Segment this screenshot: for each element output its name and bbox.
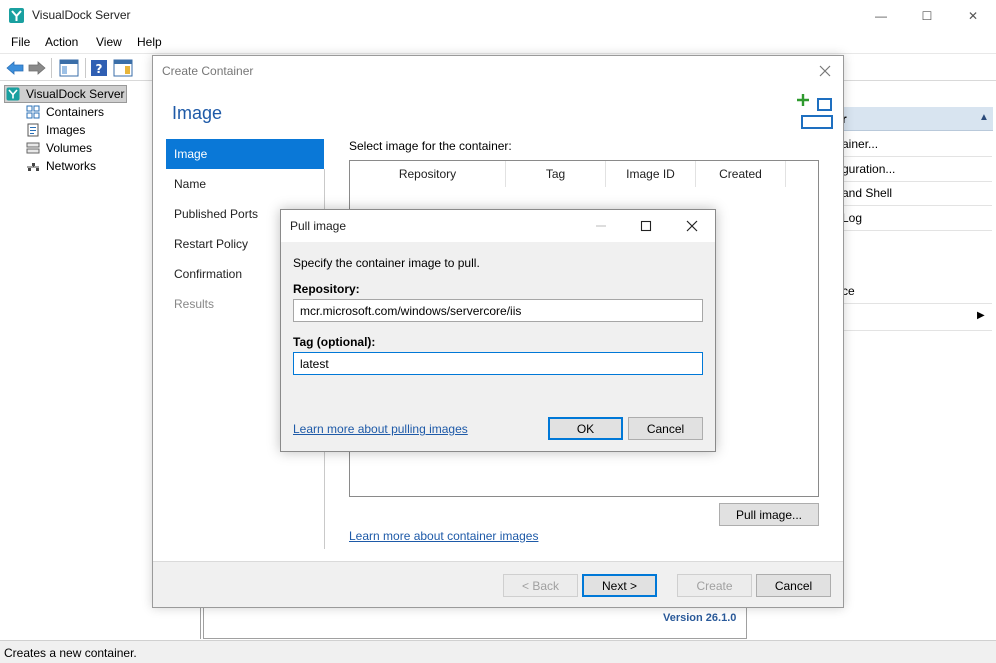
action-pane-icon bbox=[113, 59, 133, 77]
repository-input[interactable] bbox=[293, 299, 703, 322]
action-configuration[interactable]: guration... bbox=[842, 162, 895, 176]
create-button: Create bbox=[677, 574, 752, 597]
close-button[interactable]: ✕ bbox=[950, 0, 996, 31]
learn-pulling-images-link[interactable]: Learn more about pulling images bbox=[293, 422, 468, 436]
pull-dialog-titlebar: Pull image bbox=[281, 210, 715, 242]
repository-label: Repository: bbox=[293, 282, 360, 296]
status-bar: Creates a new container. bbox=[0, 640, 996, 663]
maximize-icon: ☐ bbox=[921, 8, 933, 23]
pull-maximize-button[interactable] bbox=[626, 212, 666, 240]
arrow-left-icon bbox=[6, 61, 24, 75]
back-button: < Back bbox=[503, 574, 578, 597]
menu-view[interactable]: View bbox=[96, 35, 122, 49]
tree-root-server[interactable]: VisualDock Server bbox=[4, 85, 128, 103]
action-separator bbox=[842, 205, 992, 206]
column-header-tag[interactable]: Tag bbox=[506, 161, 606, 187]
action-separator bbox=[842, 330, 992, 331]
minimize-icon: — bbox=[875, 8, 887, 23]
tree-item-label: Images bbox=[46, 123, 86, 137]
pull-dialog-title: Pull image bbox=[290, 219, 347, 233]
show-hide-tree-button[interactable] bbox=[57, 57, 81, 79]
next-button[interactable]: Next > bbox=[582, 574, 657, 597]
arrow-right-icon bbox=[28, 61, 46, 75]
pull-close-button[interactable] bbox=[672, 212, 712, 240]
maximize-button[interactable]: ☐ bbox=[904, 0, 950, 31]
window-title: VisualDock Server bbox=[32, 8, 131, 22]
menu-bar: File Action View Help bbox=[0, 31, 996, 53]
action-separator bbox=[842, 181, 992, 182]
minimize-button[interactable]: — bbox=[858, 0, 904, 31]
close-icon: ✕ bbox=[967, 8, 979, 23]
action-command-shell[interactable]: and Shell bbox=[842, 186, 892, 200]
action-separator bbox=[842, 303, 992, 304]
tree-item-label: Containers bbox=[46, 105, 105, 119]
pull-minimize-button bbox=[581, 212, 621, 240]
ok-button[interactable]: OK bbox=[548, 417, 623, 440]
tree-item-label: Volumes bbox=[46, 141, 93, 155]
volumes-icon bbox=[26, 141, 40, 155]
tag-input[interactable] bbox=[293, 352, 703, 375]
pull-image-dialog: Pull image Specify the container image t… bbox=[280, 209, 716, 452]
tree-item-images[interactable]: Images bbox=[26, 121, 85, 139]
action-separator bbox=[842, 230, 992, 231]
pull-image-button[interactable]: Pull image... bbox=[719, 503, 819, 526]
column-header-image-id[interactable]: Image ID bbox=[606, 161, 696, 187]
dialog-footer: < Back Next > Create Cancel bbox=[153, 561, 843, 607]
minimize-icon bbox=[596, 225, 606, 227]
column-header-created[interactable]: Created bbox=[696, 161, 786, 187]
back-nav-button[interactable] bbox=[5, 57, 25, 79]
menu-action[interactable]: Action bbox=[45, 35, 78, 49]
console-tree-icon bbox=[59, 59, 79, 77]
tree-root-label: VisualDock Server bbox=[26, 87, 125, 101]
action-log[interactable]: Log bbox=[842, 211, 862, 225]
toolbar-separator bbox=[51, 58, 52, 78]
containers-icon bbox=[26, 105, 40, 119]
networks-icon bbox=[26, 159, 40, 173]
images-icon bbox=[26, 123, 40, 137]
action-separator bbox=[842, 156, 992, 157]
collapse-up-icon: ▲ bbox=[979, 112, 989, 123]
svg-text:?: ? bbox=[96, 62, 103, 76]
dialog-title: Create Container bbox=[162, 64, 254, 78]
select-image-label: Select image for the container: bbox=[349, 139, 512, 153]
column-header-repository[interactable]: Repository bbox=[350, 161, 506, 187]
status-text: Creates a new container. bbox=[4, 646, 137, 660]
window-titlebar: VisualDock Server — ☐ ✕ bbox=[0, 0, 996, 31]
maximize-icon bbox=[640, 220, 652, 232]
toolbar-separator bbox=[85, 58, 86, 78]
menu-help[interactable]: Help bbox=[137, 35, 162, 49]
tree-item-containers[interactable]: Containers bbox=[26, 103, 104, 121]
step-name[interactable]: Name bbox=[166, 169, 324, 199]
pull-cancel-button[interactable]: Cancel bbox=[628, 417, 703, 440]
menu-file[interactable]: File bbox=[11, 35, 30, 49]
forward-nav-button[interactable] bbox=[27, 57, 47, 79]
app-icon bbox=[9, 8, 24, 23]
cancel-button[interactable]: Cancel bbox=[756, 574, 831, 597]
tree-item-label: Networks bbox=[46, 159, 97, 173]
version-label: Version 26.1.0 bbox=[663, 612, 737, 624]
help-button[interactable]: ? bbox=[89, 57, 109, 79]
pull-description: Specify the container image to pull. bbox=[293, 256, 480, 270]
close-icon bbox=[819, 65, 831, 77]
help-icon: ? bbox=[91, 60, 107, 76]
add-container-icon bbox=[797, 94, 833, 129]
step-image[interactable]: Image bbox=[166, 139, 324, 169]
learn-container-images-link[interactable]: Learn more about container images bbox=[349, 529, 538, 543]
action-new-container[interactable]: ainer... bbox=[842, 137, 878, 151]
submenu-arrow-icon[interactable]: ▶ bbox=[977, 310, 985, 321]
server-icon bbox=[6, 87, 20, 101]
dialog-close-button[interactable] bbox=[815, 61, 835, 81]
page-title: Image bbox=[172, 103, 223, 123]
close-icon bbox=[686, 220, 698, 232]
show-action-pane-button[interactable] bbox=[111, 57, 135, 79]
tree-item-volumes[interactable]: Volumes bbox=[26, 139, 92, 157]
tag-label: Tag (optional): bbox=[293, 335, 376, 349]
tree-item-networks[interactable]: Networks bbox=[26, 157, 96, 175]
